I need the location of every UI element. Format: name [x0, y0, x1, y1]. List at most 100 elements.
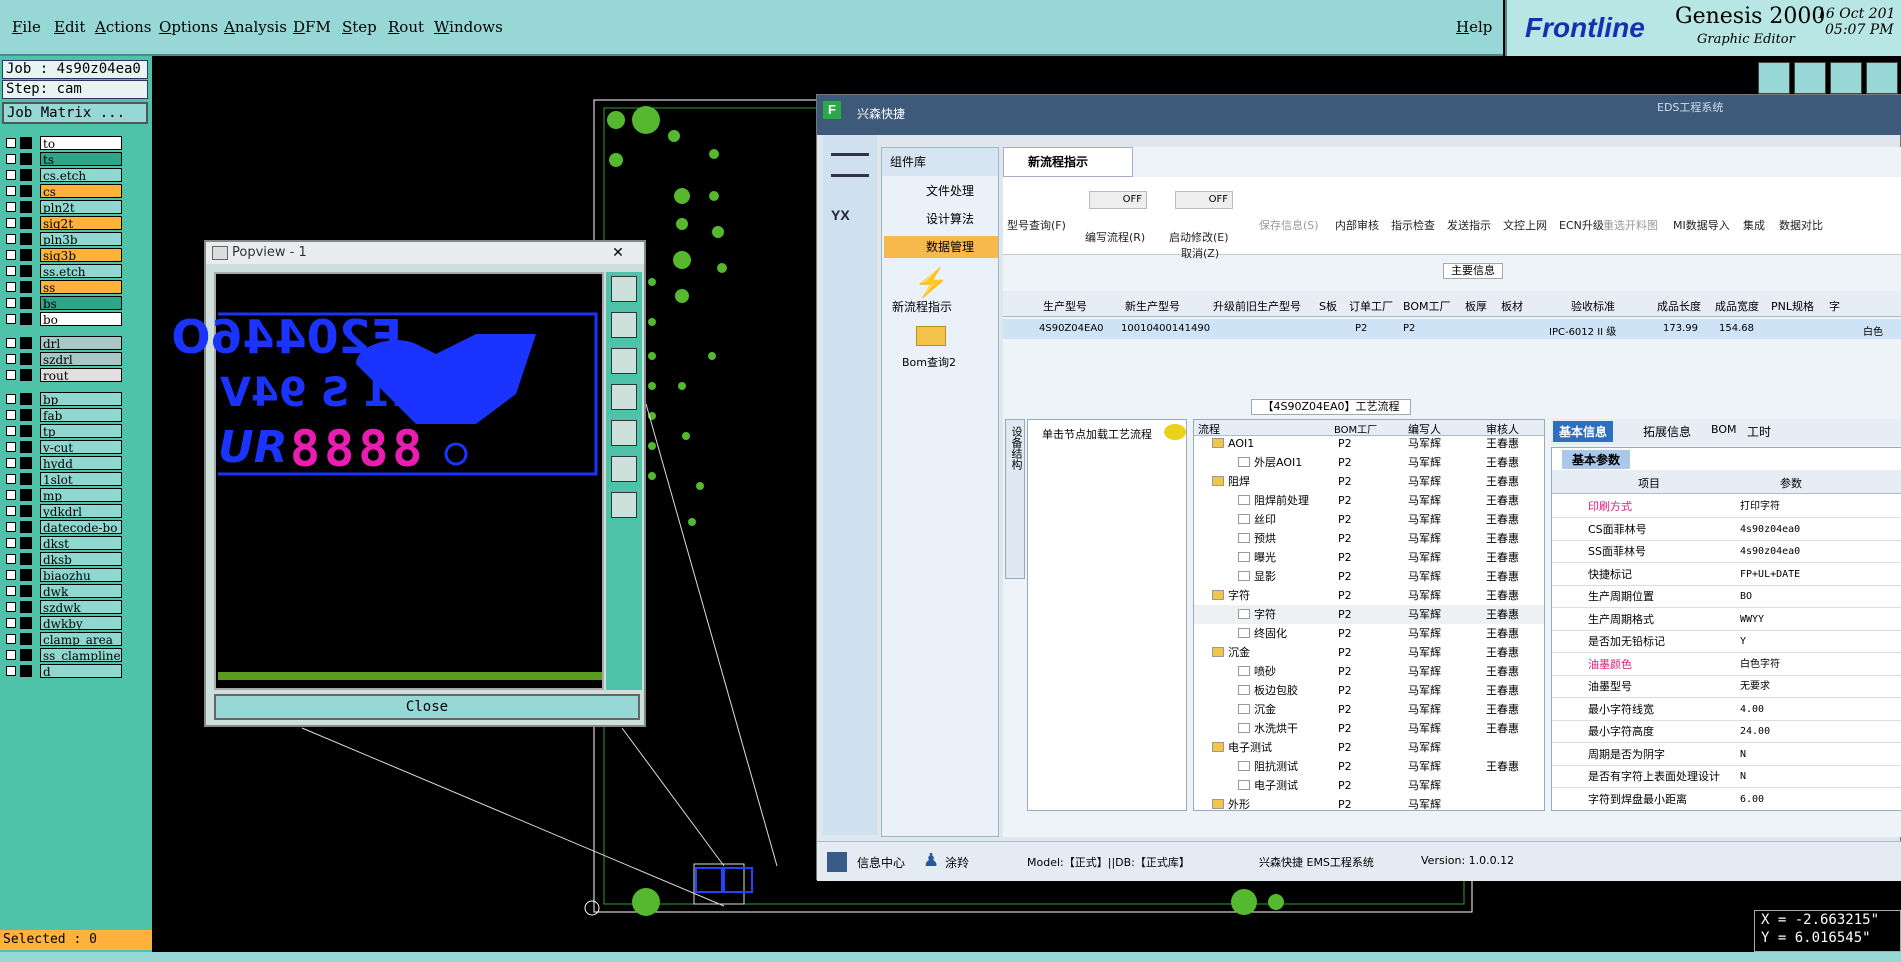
- flow-row[interactable]: 字符P2马军辉王春惠已上区: [1194, 605, 1544, 624]
- layer-row[interactable]: sig2t: [4, 216, 122, 230]
- menu-windows[interactable]: Windows: [434, 18, 503, 36]
- layer-checkbox[interactable]: [6, 338, 16, 348]
- import-icon[interactable]: [1794, 62, 1826, 94]
- layer-color-swatch[interactable]: [20, 409, 32, 421]
- layer-checkbox[interactable]: [6, 154, 16, 164]
- flow-row[interactable]: 外层AOI1P2马军辉王春惠已上区: [1194, 453, 1544, 472]
- flow-row[interactable]: 水洗烘干P2马军辉王春惠已上区: [1194, 719, 1544, 738]
- tb-save[interactable]: 保存信息(S): [1259, 217, 1319, 233]
- load-hint[interactable]: 单击节点加载工艺流程: [1042, 426, 1152, 442]
- layer-color-swatch[interactable]: [20, 537, 32, 549]
- param-value[interactable]: 6.00: [1740, 789, 1764, 811]
- layer-checkbox[interactable]: [6, 618, 16, 628]
- layer-color-swatch[interactable]: [20, 617, 32, 629]
- layer-row[interactable]: d: [4, 664, 122, 678]
- flow-row[interactable]: 沉金P2马军辉王春惠已上区: [1194, 700, 1544, 719]
- layer-row[interactable]: pln3b: [4, 232, 122, 246]
- layer-name[interactable]: v-cut: [40, 440, 122, 454]
- layer-row[interactable]: dksb: [4, 552, 122, 566]
- popview-close-button[interactable]: Close: [214, 694, 640, 720]
- layer-name[interactable]: fab: [40, 408, 122, 422]
- layer-row[interactable]: szdrl: [4, 352, 122, 366]
- layer-color-swatch[interactable]: [20, 137, 32, 149]
- export-icon[interactable]: [1758, 62, 1790, 94]
- layer-row[interactable]: 1slot: [4, 472, 122, 486]
- flow-row[interactable]: 电子测试P2马军辉已编写: [1194, 776, 1544, 795]
- layer-color-swatch[interactable]: [20, 505, 32, 517]
- layer-row[interactable]: clamp_area: [4, 632, 122, 646]
- layer-name[interactable]: sig2t: [40, 216, 122, 230]
- close-icon[interactable]: ✕: [596, 244, 640, 262]
- tb-internal-review[interactable]: 内部审核: [1335, 217, 1379, 233]
- layer-checkbox[interactable]: [6, 138, 16, 148]
- menu-analysis[interactable]: Analysis: [224, 18, 287, 36]
- param-value[interactable]: WWYY: [1740, 609, 1764, 631]
- layer-name[interactable]: szdrl: [40, 352, 122, 366]
- layer-checkbox[interactable]: [6, 458, 16, 468]
- layer-name[interactable]: to: [40, 136, 122, 150]
- layer-row[interactable]: cs.etch: [4, 168, 122, 182]
- layer-row[interactable]: dkst: [4, 536, 122, 550]
- param-row[interactable]: 快捷标记 FP+UL+DATE: [1552, 564, 1901, 586]
- pan-down-icon[interactable]: [611, 348, 637, 374]
- layer-checkbox[interactable]: [6, 538, 16, 548]
- menu-dfm[interactable]: DFM: [293, 18, 331, 36]
- layer-color-swatch[interactable]: [20, 457, 32, 469]
- layer-checkbox[interactable]: [6, 266, 16, 276]
- layer-color-swatch[interactable]: [20, 313, 32, 325]
- layer-name[interactable]: datecode-bo: [40, 520, 122, 534]
- layer-row[interactable]: ss.etch: [4, 264, 122, 278]
- device-structure-tab[interactable]: 设备结构: [1005, 419, 1025, 579]
- flow-row[interactable]: 阻焊前处理P2马军辉王春惠已上区: [1194, 491, 1544, 510]
- layer-row[interactable]: cs: [4, 184, 122, 198]
- layer-color-swatch[interactable]: [20, 249, 32, 261]
- tab-extended-info[interactable]: 拓展信息: [1643, 423, 1691, 440]
- layer-name[interactable]: dkst: [40, 536, 122, 550]
- layer-color-swatch[interactable]: [20, 633, 32, 645]
- layer-name[interactable]: dwk: [40, 584, 122, 598]
- menu-actions[interactable]: Actions: [95, 18, 151, 36]
- menu-rout[interactable]: Rout: [388, 18, 424, 36]
- layer-row[interactable]: v-cut: [4, 440, 122, 454]
- layer-name[interactable]: rout: [40, 368, 122, 382]
- layer-color-swatch[interactable]: [20, 665, 32, 677]
- layer-color-swatch[interactable]: [20, 649, 32, 661]
- layer-name[interactable]: ydkdrl: [40, 504, 122, 518]
- layer-color-swatch[interactable]: [20, 521, 32, 533]
- layer-name[interactable]: ss.etch: [40, 264, 122, 278]
- layer-name[interactable]: dwkby: [40, 616, 122, 630]
- param-row[interactable]: 字符到焊盘最小距离 6.00: [1552, 789, 1901, 811]
- tb-doc-online[interactable]: 文控上网: [1503, 217, 1547, 233]
- layer-checkbox[interactable]: [6, 442, 16, 452]
- layer-name[interactable]: d: [40, 664, 122, 678]
- layer-row[interactable]: ydkdrl: [4, 504, 122, 518]
- layer-name[interactable]: biaozhu: [40, 568, 122, 582]
- zoom-out-icon[interactable]: [611, 492, 637, 518]
- layer-checkbox[interactable]: [6, 506, 16, 516]
- layer-checkbox[interactable]: [6, 250, 16, 260]
- layer-row[interactable]: biaozhu: [4, 568, 122, 582]
- tb-start-modify[interactable]: 启动修改(E): [1169, 229, 1229, 245]
- bom-query-button[interactable]: Bom查询2: [902, 354, 956, 370]
- layer-name[interactable]: bp: [40, 392, 122, 406]
- param-row[interactable]: 生产周期格式 WWYY: [1552, 609, 1901, 631]
- layer-name[interactable]: clamp_area: [40, 632, 122, 646]
- tb-instruction-check[interactable]: 指示检查: [1391, 217, 1435, 233]
- layer-checkbox[interactable]: [6, 354, 16, 364]
- layer-name[interactable]: sig3b: [40, 248, 122, 262]
- flow-row[interactable]: AOI1P2马军辉王春惠已上区: [1194, 434, 1544, 453]
- param-value[interactable]: 无要求: [1740, 676, 1770, 698]
- flow-row[interactable]: 预烘P2马军辉王春惠已上区: [1194, 529, 1544, 548]
- flow-row[interactable]: 电子测试P2马军辉已编写: [1194, 738, 1544, 757]
- layer-checkbox[interactable]: [6, 634, 16, 644]
- layer-name[interactable]: pln2t: [40, 200, 122, 214]
- tb-cancel[interactable]: 取消(Z): [1181, 245, 1219, 261]
- layer-checkbox[interactable]: [6, 522, 16, 532]
- flow-row[interactable]: 丝印P2马军辉王春惠已上区: [1194, 510, 1544, 529]
- layer-checkbox[interactable]: [6, 554, 16, 564]
- layer-color-swatch[interactable]: [20, 489, 32, 501]
- layer-color-swatch[interactable]: [20, 441, 32, 453]
- info-center[interactable]: 信息中心: [857, 854, 905, 871]
- layer-checkbox[interactable]: [6, 426, 16, 436]
- menu-help[interactable]: Help: [1456, 18, 1492, 36]
